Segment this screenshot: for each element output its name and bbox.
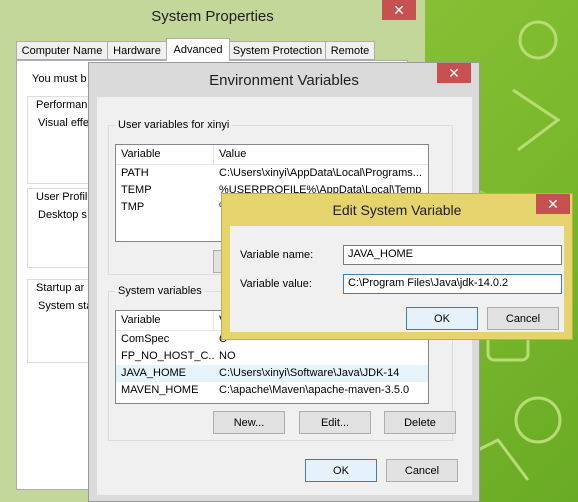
value-cell: C:\Users\xinyi\AppData\Local\Programs... [219, 167, 422, 179]
tab-hardware[interactable]: Hardware [107, 41, 167, 60]
column-header-variable[interactable]: Variable [116, 311, 214, 330]
tab-system-protection[interactable]: System Protection [229, 41, 326, 60]
close-icon: ✕ [393, 1, 405, 18]
table-row[interactable]: FP_NO_HOST_C... NO [116, 348, 428, 365]
performance-group-text: Visual effe [38, 117, 89, 129]
variable-cell: TEMP [121, 184, 152, 196]
edit-system-variable-dialog: Edit System Variable ✕ Variable name: JA… [221, 193, 573, 340]
edit-cancel-button[interactable]: Cancel [487, 307, 559, 330]
user-variables-group-title: User variables for xinyi [115, 119, 233, 131]
admin-notice: You must b [32, 73, 87, 85]
variable-name-field[interactable]: JAVA_HOME [343, 245, 562, 265]
system-variables-group-title: System variables [115, 285, 205, 297]
table-row[interactable]: MAVEN_HOME C:\apache\Maven\apache-maven-… [116, 382, 428, 399]
edit-system-variable-close-button[interactable]: ✕ [536, 194, 570, 214]
variable-cell: TMP [121, 201, 145, 213]
environment-variables-title: Environment Variables [209, 71, 359, 89]
user-profiles-group-text: Desktop s [38, 209, 87, 221]
value-cell: NO [219, 350, 236, 362]
value-cell: C:\Users\xinyi\Software\Java\JDK-14 [219, 367, 400, 379]
edit-dialog-body: Variable name: JAVA_HOME Variable value:… [230, 226, 564, 332]
user-variables-header: Variable Value [116, 145, 428, 165]
system-edit-button[interactable]: Edit... [299, 411, 371, 434]
environment-variables-close-button[interactable]: ✕ [437, 63, 471, 83]
system-new-button[interactable]: New... [213, 411, 285, 434]
system-properties-title: System Properties [151, 7, 274, 25]
user-profiles-group-title: User Profil [36, 191, 88, 203]
table-row[interactable]: JAVA_HOME C:\Users\xinyi\Software\Java\J… [116, 365, 428, 382]
variable-cell: FP_NO_HOST_C... [121, 350, 214, 362]
column-header-value[interactable]: Value [214, 145, 428, 164]
system-properties-close-button[interactable]: ✕ [382, 0, 416, 20]
startup-group-text: System sta [38, 300, 93, 312]
tab-bar: Computer Name Hardware Advanced System P… [8, 38, 417, 61]
env-ok-button[interactable]: OK [305, 459, 377, 482]
edit-ok-button[interactable]: OK [406, 307, 478, 330]
variable-cell: ComSpec [121, 333, 170, 345]
env-cancel-button[interactable]: Cancel [386, 459, 458, 482]
system-delete-button[interactable]: Delete [384, 411, 456, 434]
variable-cell: MAVEN_HOME [121, 384, 199, 396]
variable-value-label: Variable value: [240, 278, 312, 290]
tab-advanced[interactable]: Advanced [166, 38, 230, 61]
table-row[interactable]: PATH C:\Users\xinyi\AppData\Local\Progra… [116, 165, 428, 182]
close-icon: ✕ [547, 195, 559, 212]
variable-cell: JAVA_HOME [121, 367, 186, 379]
performance-group-title: Performan [36, 99, 88, 111]
column-header-variable[interactable]: Variable [116, 145, 214, 164]
close-icon: ✕ [448, 64, 460, 81]
tab-computer-name[interactable]: Computer Name [16, 41, 108, 60]
variable-name-label: Variable name: [240, 249, 314, 261]
variable-cell: PATH [121, 167, 149, 179]
startup-group-title: Startup ar [36, 282, 85, 294]
tab-remote[interactable]: Remote [325, 41, 375, 60]
variable-value-field[interactable]: C:\Program Files\Java\jdk-14.0.2 [343, 274, 562, 294]
edit-system-variable-title: Edit System Variable [332, 202, 462, 218]
value-cell: C:\apache\Maven\apache-maven-3.5.0 [219, 384, 410, 396]
